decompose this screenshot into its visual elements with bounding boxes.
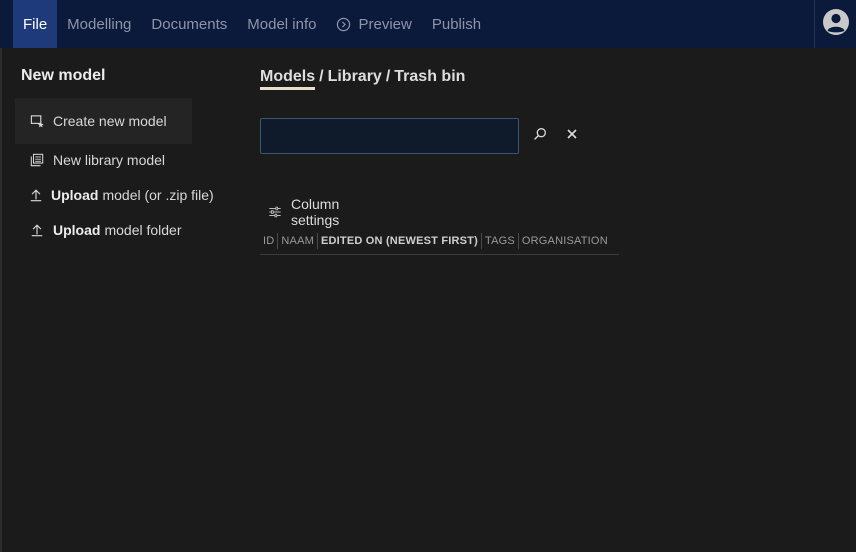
close-icon (566, 127, 578, 145)
column-header-naam[interactable]: NAAM (278, 235, 317, 247)
breadcrumb: Models / Library / Trash bin (260, 68, 465, 90)
upload-folder-label: model folder (104, 222, 182, 238)
breadcrumb-separator: / (319, 68, 324, 85)
user-avatar-icon (822, 8, 850, 41)
breadcrumb-trash-bin[interactable]: Trash bin (394, 68, 465, 85)
tab-modelling-label: Modelling (67, 15, 132, 33)
main-nav: File Modelling Documents Model info Prev… (13, 0, 491, 48)
new-model-icon (29, 113, 45, 129)
column-header-organisation[interactable]: ORGANISATION (519, 235, 611, 247)
breadcrumb-library[interactable]: Library (328, 68, 382, 85)
tab-preview[interactable]: Preview (326, 0, 421, 48)
tab-modelling[interactable]: Modelling (57, 0, 141, 48)
upload-model-label: model (or .zip file) (102, 187, 214, 203)
upload-model-bold-label: Upload (51, 187, 99, 203)
upload-model-folder-button[interactable]: Upload model folder (15, 207, 192, 253)
play-circle-icon (336, 17, 351, 32)
left-border (0, 48, 2, 552)
settings-sliders-icon (268, 205, 282, 219)
search-icon (533, 127, 547, 146)
tab-model-info-label: Model info (247, 15, 317, 33)
tab-preview-label: Preview (358, 15, 412, 33)
tab-publish[interactable]: Publish (422, 0, 491, 48)
column-header-edited-on[interactable]: EDITED ON (NEWEST FIRST) (318, 235, 481, 247)
clear-search-button[interactable] (562, 126, 582, 146)
table-header: ID NAAM EDITED ON (NEWEST FIRST) TAGS OR… (260, 227, 619, 255)
breadcrumb-models[interactable]: Models (260, 68, 316, 90)
user-menu-button[interactable] (814, 0, 856, 48)
create-new-model-label: Create new model (53, 113, 167, 129)
upload-folder-bold-label: Upload (53, 222, 101, 238)
tab-documents[interactable]: Documents (141, 0, 237, 48)
new-library-model-label: New library model (53, 152, 166, 168)
library-icon (29, 152, 45, 168)
tab-model-info[interactable]: Model info (237, 0, 326, 48)
tab-publish-label: Publish (431, 15, 482, 33)
upload-icon (29, 222, 45, 238)
search-button[interactable] (530, 126, 550, 146)
search-input[interactable] (260, 118, 519, 154)
app-root: File Modelling Documents Model info Prev… (0, 0, 856, 552)
column-settings-button[interactable]: Column settings (268, 196, 339, 228)
upload-icon (29, 187, 43, 203)
tab-documents-label: Documents (151, 15, 228, 33)
tab-file-label: File (23, 15, 48, 33)
column-settings-label: Column settings (291, 196, 340, 228)
column-header-tags[interactable]: TAGS (482, 235, 518, 247)
breadcrumb-separator: / (385, 68, 391, 85)
top-navigation-bar: File Modelling Documents Model info Prev… (0, 0, 856, 48)
sidebar-title: New model (21, 67, 106, 84)
tab-file[interactable]: File (13, 0, 58, 48)
column-header-id[interactable]: ID (260, 235, 277, 247)
